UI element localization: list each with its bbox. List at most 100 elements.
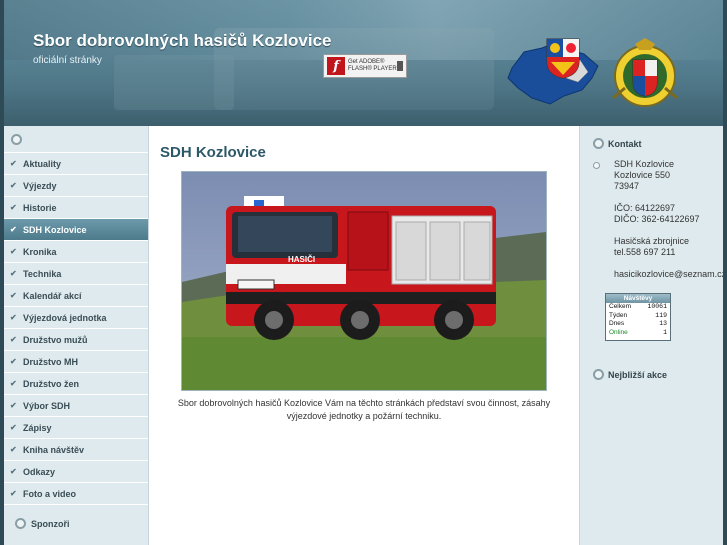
check-icon: ✔ [10, 357, 17, 366]
fire-brigade-emblem-icon [612, 38, 678, 107]
menu-item-label: Výjezdy [23, 180, 57, 191]
events-heading-label: Nejbližší akce [608, 369, 668, 380]
flash-logo-icon: f [327, 57, 345, 75]
counter-row-online: Online 1 [606, 329, 670, 338]
check-icon: ✔ [10, 423, 17, 432]
main-content: SDH Kozlovice HASIČI Sbor dobrovolných h… [149, 126, 579, 545]
menu-item-label: Výbor SDH [23, 400, 71, 411]
menu-item-sdh-kozlovice[interactable]: ✔ SDH Kozlovice [4, 219, 148, 241]
menu-item-label: Foto a video [23, 488, 77, 499]
flash-badge-text: Get ADOBE® FLASH® PLAYER [348, 59, 397, 73]
get-flash-player-badge[interactable]: f Get ADOBE® FLASH® PLAYER [323, 54, 407, 78]
counter-row-week: Týden 119 [606, 312, 670, 321]
check-icon: ✔ [10, 225, 17, 234]
menu-item-kalendar-akci[interactable]: ✔ Kalendář akcí [4, 285, 148, 307]
visit-counter-title: Návštěvy [606, 294, 670, 303]
menu-item-label: Družstvo MH [23, 356, 79, 367]
contact-zip: 73947 [614, 181, 640, 191]
menu-item-label: Družstvo žen [23, 378, 80, 389]
contact-heading: Kontakt [593, 138, 642, 149]
contact-name: SDH Kozlovice [614, 159, 675, 169]
check-icon: ✔ [10, 379, 17, 388]
left-sidebar: ✔ Aktuality ✔ Výjezdy ✔ Historie ✔ SDH Kozlo… [4, 126, 149, 545]
check-icon: ✔ [10, 181, 17, 190]
sponzori-label: Sponzoři [31, 518, 70, 529]
menu-item-kronika[interactable]: ✔ Kronika [4, 241, 148, 263]
contact-heading-label: Kontakt [608, 138, 642, 149]
sponzori-heading: Sponzoři [15, 518, 70, 529]
check-icon: ✔ [10, 335, 17, 344]
region-coat-of-arms-icon [546, 38, 580, 79]
menu-item-vybor-sdh[interactable]: ✔ Výbor SDH [4, 395, 148, 417]
header-background-truck-small [114, 55, 234, 110]
circle-bullet-icon [15, 518, 26, 529]
right-sidebar: Kontakt SDH Kozlovice Kozlovice 550 7394… [579, 126, 723, 545]
counter-label: Dnes [609, 320, 625, 327]
fire-truck-image: HASIČI [182, 172, 546, 390]
flash-player-label: FLASH® PLAYER [348, 66, 397, 72]
contact-email[interactable]: hasicikozlovice@seznam.cz [614, 269, 723, 280]
check-icon: ✔ [10, 291, 17, 300]
download-arrow-icon [397, 61, 403, 71]
menu-item-vyjezdova-jednotka[interactable]: ✔ Výjezdová jednotka [4, 307, 148, 329]
counter-value: 119 [655, 311, 667, 319]
contact-building: Hasičská zbrojnice [614, 236, 690, 246]
circle-bullet-icon [593, 138, 604, 149]
contact-phone: tel.558 697 211 [614, 247, 676, 257]
menu-item-historie[interactable]: ✔ Historie [4, 197, 148, 219]
site-title[interactable]: Sbor dobrovolných hasičů Kozlovice [33, 31, 332, 51]
truck-lettering: HASIČI [288, 255, 315, 264]
contact-dico: DIČO: 362-64122697 [614, 214, 700, 224]
counter-value: 10061 [647, 303, 667, 310]
counter-row-total: Celkem 10061 [606, 303, 670, 312]
menu-item-druzstvo-mh[interactable]: ✔ Družstvo MH [4, 351, 148, 373]
menu-item-label: Technika [23, 268, 62, 279]
menu-item-vyjezdy[interactable]: ✔ Výjezdy [4, 175, 148, 197]
menu-item-label: Odkazy [23, 466, 56, 477]
menu-item-druzstvo-muzu[interactable]: ✔ Družstvo mužů [4, 329, 148, 351]
visit-counter[interactable]: Návštěvy Celkem 10061 Týden 119 Dnes 13 Onl… [605, 293, 671, 341]
contact-block: SDH Kozlovice Kozlovice 550 73947 IČO: 6… [593, 159, 723, 280]
check-icon: ✔ [10, 401, 17, 410]
counter-label: Celkem [609, 303, 632, 310]
menu-item-foto-a-video[interactable]: ✔ Foto a video [4, 483, 148, 505]
fire-truck-photo: HASIČI [181, 171, 547, 391]
page-title: SDH Kozlovice [160, 144, 266, 161]
menu-item-label: Kalendář akcí [23, 290, 82, 301]
counter-value: 1 [663, 328, 667, 336]
check-icon: ✔ [10, 203, 17, 212]
menu-item-label: Výjezdová jednotka [23, 312, 107, 323]
menu-item-druzstvo-zen[interactable]: ✔ Družstvo žen [4, 373, 148, 395]
main-menu: ✔ Aktuality ✔ Výjezdy ✔ Historie ✔ SDH Kozlo… [4, 153, 148, 505]
menu-item-label: Kniha návštěv [23, 444, 85, 455]
menu-item-aktuality[interactable]: ✔ Aktuality [4, 153, 148, 175]
check-icon: ✔ [10, 467, 17, 476]
check-icon: ✔ [10, 445, 17, 454]
circle-bullet-icon [593, 369, 604, 380]
menu-item-technika[interactable]: ✔ Technika [4, 263, 148, 285]
counter-label: Týden [609, 311, 628, 319]
site-subtitle: oficiální stránky [33, 55, 102, 66]
counter-row-today: Dnes 13 [606, 320, 670, 329]
menu-item-label: Kronika [23, 246, 57, 257]
contact-street: Kozlovice 550 [614, 170, 671, 180]
site-header: Sbor dobrovolných hasičů Kozlovice ofici… [4, 0, 723, 126]
list-bullet-icon [593, 162, 600, 169]
check-icon: ✔ [10, 313, 17, 322]
menu-item-label: Družstvo mužů [23, 334, 88, 345]
counter-label: Online [609, 328, 628, 336]
check-icon: ✔ [10, 247, 17, 256]
page: Sbor dobrovolných hasičů Kozlovice ofici… [4, 0, 723, 545]
menu-item-zapisy[interactable]: ✔ Zápisy [4, 417, 148, 439]
menu-item-odkazy[interactable]: ✔ Odkazy [4, 461, 148, 483]
flash-get-label: Get ADOBE® [348, 59, 385, 65]
menu-item-kniha-navstev[interactable]: ✔ Kniha návštěv [4, 439, 148, 461]
circle-bullet-icon [11, 133, 22, 145]
check-icon: ✔ [10, 269, 17, 278]
menu-item-label: SDH Kozlovice [23, 224, 87, 235]
menu-item-label: Zápisy [23, 422, 52, 433]
photo-caption: Sbor dobrovolných hasičů Kozlovice Vám n… [177, 398, 551, 421]
check-icon: ✔ [10, 489, 17, 498]
menu-item-label: Aktuality [23, 158, 62, 169]
check-icon: ✔ [10, 159, 17, 168]
